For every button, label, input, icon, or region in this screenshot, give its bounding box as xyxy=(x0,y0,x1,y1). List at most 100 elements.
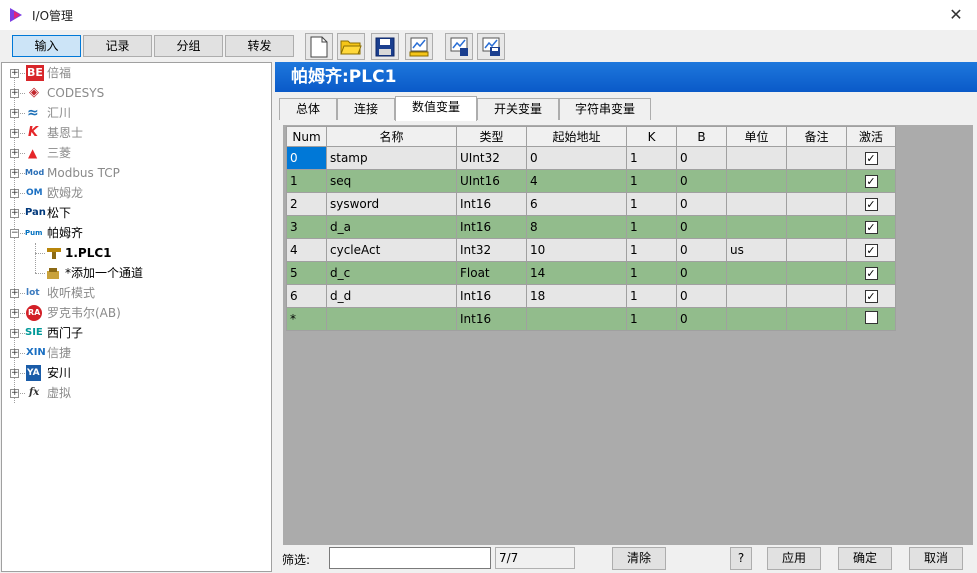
tab-switch-vars[interactable]: 开关变量 xyxy=(477,98,559,120)
expand-icon[interactable]: + xyxy=(10,89,19,98)
tree-node-listen-mode[interactable]: + lot 收听模式 xyxy=(2,283,271,303)
cell-unit[interactable] xyxy=(726,307,787,331)
cell-active[interactable] xyxy=(846,307,896,331)
table-row[interactable]: 5 d_c Float 14 1 0 ✓ xyxy=(286,261,896,285)
variable-grid-area[interactable]: Num 名称 类型 起始地址 K B 单位 备注 激活 0 stamp UInt… xyxy=(283,125,973,545)
cell-b[interactable]: 0 xyxy=(676,146,727,170)
cell-k[interactable]: 1 xyxy=(626,146,677,170)
record-button[interactable]: 记录 xyxy=(83,35,152,57)
tree-node-pumeri[interactable]: − Pum 帕姆齐 xyxy=(2,223,271,243)
cell-type[interactable]: Int16 xyxy=(456,192,527,216)
column-header[interactable]: 单位 xyxy=(726,126,787,147)
cell-k[interactable]: 1 xyxy=(626,261,677,285)
expand-icon[interactable]: + xyxy=(10,329,19,338)
cell-num[interactable]: 3 xyxy=(286,215,327,239)
table-row[interactable]: 6 d_d Int16 18 1 0 ✓ xyxy=(286,284,896,308)
active-checkbox[interactable]: ✓ xyxy=(864,175,878,188)
cell-address[interactable]: 4 xyxy=(526,169,627,193)
expand-icon[interactable]: + xyxy=(10,309,19,318)
cell-b[interactable]: 0 xyxy=(676,169,727,193)
tree-node-mitsubishi[interactable]: + ▲ 三菱 xyxy=(2,143,271,163)
expand-icon[interactable]: + xyxy=(10,69,19,78)
cell-name[interactable] xyxy=(326,307,457,331)
new-row[interactable]: * Int16 1 0 xyxy=(286,307,896,331)
clear-button[interactable]: 清除 xyxy=(612,547,666,570)
table-row[interactable]: 4 cycleAct Int32 10 1 0 us ✓ xyxy=(286,238,896,262)
cell-unit[interactable] xyxy=(726,261,787,285)
cell-note[interactable] xyxy=(786,284,847,308)
tree-node-modbus-tcp[interactable]: + Mod Modbus TCP xyxy=(2,163,271,183)
column-header[interactable]: 激活 xyxy=(846,126,896,147)
cell-k[interactable]: 1 xyxy=(626,215,677,239)
cell-note[interactable] xyxy=(786,307,847,331)
cell-address[interactable]: 14 xyxy=(526,261,627,285)
cell-note[interactable] xyxy=(786,215,847,239)
cell-type[interactable]: UInt16 xyxy=(456,169,527,193)
expand-icon[interactable]: + xyxy=(10,209,19,218)
cell-active[interactable]: ✓ xyxy=(846,192,896,216)
column-header[interactable]: 类型 xyxy=(456,126,527,147)
active-checkbox[interactable]: ✓ xyxy=(864,244,878,257)
tree-node-siemens[interactable]: + SIE 西门子 xyxy=(2,323,271,343)
cell-note[interactable] xyxy=(786,261,847,285)
tab-numeric-vars[interactable]: 数值变量 xyxy=(395,96,477,121)
cell-unit[interactable] xyxy=(726,169,787,193)
tree-node-xinje[interactable]: + XIN 信捷 xyxy=(2,343,271,363)
cell-name[interactable]: seq xyxy=(326,169,457,193)
cell-note[interactable] xyxy=(786,238,847,262)
help-button[interactable]: ? xyxy=(730,547,752,570)
tree-node-virtual[interactable]: + fx 虚拟 xyxy=(2,383,271,403)
cell-type[interactable]: UInt32 xyxy=(456,146,527,170)
save-disk-icon[interactable] xyxy=(371,33,399,60)
column-header[interactable]: K xyxy=(626,126,677,147)
table-row[interactable]: 0 stamp UInt32 0 1 0 ✓ xyxy=(286,146,896,170)
tab-connection[interactable]: 连接 xyxy=(337,98,395,120)
tab-string-vars[interactable]: 字符串变量 xyxy=(559,98,651,120)
column-header[interactable]: B xyxy=(676,126,727,147)
forward-button[interactable]: 转发 xyxy=(225,35,294,57)
cell-type[interactable]: Float xyxy=(456,261,527,285)
cell-num[interactable]: 4 xyxy=(286,238,327,262)
cell-name[interactable]: sysword xyxy=(326,192,457,216)
expand-icon[interactable]: + xyxy=(10,109,19,118)
tree-node-add-channel[interactable]: *添加一个通道 xyxy=(2,263,271,283)
new-file-icon[interactable] xyxy=(305,33,333,60)
cell-name[interactable]: d_c xyxy=(326,261,457,285)
cell-type[interactable]: Int16 xyxy=(456,284,527,308)
expand-icon[interactable]: + xyxy=(10,189,19,198)
import-chart-icon[interactable] xyxy=(405,33,433,60)
cell-active[interactable]: ✓ xyxy=(846,238,896,262)
group-button[interactable]: 分组 xyxy=(154,35,223,57)
cell-unit[interactable] xyxy=(726,192,787,216)
column-header[interactable]: 起始地址 xyxy=(526,126,627,147)
expand-icon[interactable]: + xyxy=(10,169,19,178)
expand-icon[interactable]: + xyxy=(10,149,19,158)
export-chart-icon[interactable] xyxy=(445,33,473,60)
close-icon[interactable]: ✕ xyxy=(945,4,967,26)
cancel-button[interactable]: 取消 xyxy=(909,547,963,570)
cell-k[interactable]: 1 xyxy=(626,192,677,216)
cell-num[interactable]: 0 xyxy=(286,146,327,170)
cell-k[interactable]: 1 xyxy=(626,169,677,193)
cell-name[interactable]: d_d xyxy=(326,284,457,308)
cell-address[interactable]: 18 xyxy=(526,284,627,308)
cell-unit[interactable] xyxy=(726,284,787,308)
expand-icon[interactable]: + xyxy=(10,129,19,138)
cell-address[interactable] xyxy=(526,307,627,331)
expand-icon[interactable]: + xyxy=(10,289,19,298)
cell-num[interactable]: 5 xyxy=(286,261,327,285)
active-checkbox[interactable]: ✓ xyxy=(864,152,878,165)
column-header[interactable]: 备注 xyxy=(786,126,847,147)
active-checkbox[interactable]: ✓ xyxy=(864,290,878,303)
table-row[interactable]: 2 sysword Int16 6 1 0 ✓ xyxy=(286,192,896,216)
ok-button[interactable]: 确定 xyxy=(838,547,892,570)
cell-active[interactable]: ✓ xyxy=(846,215,896,239)
cell-k[interactable]: 1 xyxy=(626,238,677,262)
cell-note[interactable] xyxy=(786,192,847,216)
table-row[interactable]: 1 seq UInt16 4 1 0 ✓ xyxy=(286,169,896,193)
save-chart-icon[interactable] xyxy=(477,33,505,60)
table-row[interactable]: 3 d_a Int16 8 1 0 ✓ xyxy=(286,215,896,239)
cell-unit[interactable] xyxy=(726,215,787,239)
active-checkbox[interactable]: ✓ xyxy=(864,198,878,211)
cell-b[interactable]: 0 xyxy=(676,284,727,308)
